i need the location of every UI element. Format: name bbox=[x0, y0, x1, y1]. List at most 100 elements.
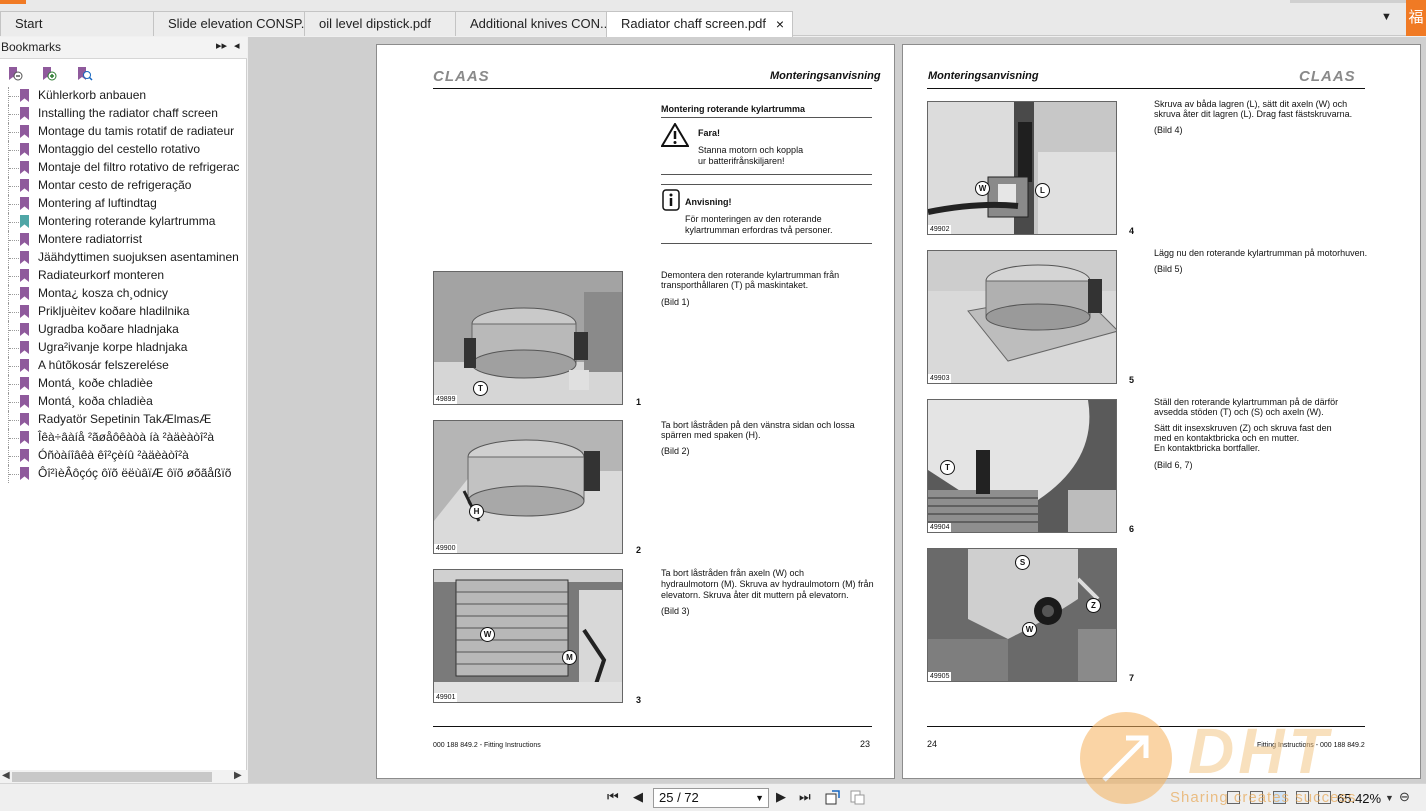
bookmark-item[interactable]: Radyatör Sepetinin TakÆlmasÆ bbox=[0, 411, 247, 429]
figure-reference: (Bild 3) bbox=[661, 606, 690, 616]
callout-label: L bbox=[1035, 183, 1050, 198]
bookmark-item[interactable]: A hûtõkosár felszerelése bbox=[0, 357, 247, 375]
page-footer: 000 188 849.2 - Fitting Instructions bbox=[433, 742, 541, 749]
warning-title: Fara! bbox=[698, 128, 721, 138]
bookmark-item[interactable]: Montere radiatorrist bbox=[0, 231, 247, 249]
page-number-input[interactable]: 25 / 72 ▼ bbox=[653, 788, 769, 808]
extract-page-icon[interactable] bbox=[849, 789, 866, 806]
callout-label: T bbox=[940, 460, 955, 475]
bookmark-item[interactable]: Montá¸ koða chladièa bbox=[0, 393, 247, 411]
close-icon[interactable]: × bbox=[776, 12, 784, 36]
panel-collapse-icon[interactable]: ◂ bbox=[234, 39, 240, 52]
note-text-line: För monteringen av den roterande bbox=[685, 214, 822, 224]
watermark-tagline: Sharing creates success bbox=[1170, 789, 1357, 806]
bookmark-item[interactable]: Montering roterande kylartrumma bbox=[0, 213, 247, 231]
tree-connector bbox=[8, 123, 20, 141]
bookmark-item[interactable]: Montar cesto de refrigeração bbox=[0, 177, 247, 195]
bookmark-icon bbox=[20, 215, 29, 228]
bookmark-item[interactable]: Installing the radiator chaff screen bbox=[0, 105, 247, 123]
note-text-line: kylartrumman erfordras två personer. bbox=[685, 225, 833, 235]
scroll-left-icon[interactable]: ◀ bbox=[2, 770, 10, 781]
zoom-dropdown-icon[interactable]: ▼ bbox=[1385, 793, 1394, 803]
bookmark-label: Radiateurkorf monteren bbox=[38, 268, 165, 282]
rule bbox=[661, 117, 872, 118]
tree-connector bbox=[8, 249, 20, 267]
bookmark-delete-icon[interactable] bbox=[6, 65, 24, 83]
bookmark-label: Installing the radiator chaff screen bbox=[38, 106, 218, 120]
bookmark-item[interactable]: Ôî²ìèÂôçóç ôïõ ëëùâïÆ ôïõ øõãåßïõ bbox=[0, 465, 247, 483]
bookmark-label: Montere radiatorrist bbox=[38, 232, 143, 246]
scroll-right-icon[interactable]: ▶ bbox=[234, 770, 242, 781]
step-text-line: Lägg nu den roterande kylartrumman på mo… bbox=[1154, 248, 1368, 258]
bookmark-item[interactable]: Monta¿ kosza ch¸odnicy bbox=[0, 285, 247, 303]
bookmark-icon bbox=[20, 377, 29, 390]
bookmarks-title: Bookmarks bbox=[1, 40, 62, 54]
bookmark-find-icon[interactable] bbox=[75, 65, 93, 83]
figure-photo: 49904 bbox=[927, 399, 1117, 533]
bookmark-item[interactable]: Montaje del filtro rotativo de refrigera… bbox=[0, 159, 247, 177]
rotate-view-icon[interactable] bbox=[824, 789, 841, 806]
bookmark-label: Îêà÷âàíå ²ãøåôêàòà íà ²àäèàòî²à bbox=[38, 430, 215, 444]
watermark-emblem bbox=[1080, 712, 1172, 804]
brand-badge[interactable]: 福 bbox=[1406, 0, 1426, 36]
bookmark-item[interactable]: Prikljuèitev koðare hladilnika bbox=[0, 303, 247, 321]
tab-oil-level-dipstick[interactable]: oil level dipstick.pdf bbox=[304, 11, 456, 36]
panel-expand-icon[interactable]: ▸▸ bbox=[216, 39, 227, 52]
sidebar-horizontal-scrollbar[interactable]: ◀ ▶ bbox=[0, 770, 247, 784]
bookmark-item[interactable]: Montering af luftindtag bbox=[0, 195, 247, 213]
previous-page-icon[interactable]: ◀ bbox=[633, 789, 643, 805]
bookmark-list: Kühlerkorb anbauen Installing the radiato… bbox=[0, 87, 247, 777]
bookmark-label: Montaggio del cestello rotativo bbox=[38, 142, 201, 156]
last-page-icon[interactable]: ⏭ bbox=[799, 789, 811, 805]
bookmark-item[interactable]: Jäähdyttimen suojuksen asentaminen bbox=[0, 249, 247, 267]
warning-triangle-icon bbox=[660, 122, 690, 147]
tab-label: Additional knives CON... bbox=[470, 16, 607, 31]
bookmark-item[interactable]: Montage du tamis rotatif de radiateur bbox=[0, 123, 247, 141]
tree-connector bbox=[8, 267, 20, 285]
scrollbar-thumb[interactable] bbox=[12, 772, 212, 782]
claas-logo: CLAAS bbox=[1299, 68, 1356, 85]
photo-id: 49903 bbox=[928, 374, 952, 383]
zoom-out-icon[interactable]: ⊖ bbox=[1399, 789, 1410, 805]
bookmark-icon bbox=[20, 341, 29, 354]
bookmark-label: Montar cesto de refrigeração bbox=[38, 178, 192, 192]
bookmark-icon bbox=[20, 233, 29, 246]
tab-radiator-chaff-screen[interactable]: Radiator chaff screen.pdf × bbox=[606, 11, 793, 37]
chevron-down-icon[interactable]: ▼ bbox=[755, 789, 764, 807]
bookmark-item[interactable]: Îêà÷âàíå ²ãøåôêàòà íà ²àäèàòî²à bbox=[0, 429, 247, 447]
bookmark-add-icon[interactable] bbox=[40, 65, 58, 83]
bookmark-item[interactable]: Ugra²ivanje korpe hladnjaka bbox=[0, 339, 247, 357]
bookmark-item[interactable]: Radiateurkorf monteren bbox=[0, 267, 247, 285]
bookmark-label: Montá¸ koða chladièa bbox=[38, 394, 153, 408]
first-page-icon[interactable]: ⏮ bbox=[607, 789, 619, 805]
tab-label: Slide elevation CONSP... bbox=[168, 16, 305, 31]
tab-slide-elevation[interactable]: Slide elevation CONSP... bbox=[153, 11, 305, 36]
bookmark-item[interactable]: Kühlerkorb anbauen bbox=[0, 87, 247, 105]
bookmark-item[interactable]: Montaggio del cestello rotativo bbox=[0, 141, 247, 159]
document-viewport[interactable]: CLAAS Monteringsanvisning Montering rote… bbox=[248, 37, 1426, 783]
callout-label: W bbox=[975, 181, 990, 196]
bookmark-item[interactable]: Montá¸ koðe chladièe bbox=[0, 375, 247, 393]
pdf-page-24: Monteringsanvisning CLAAS 49902 W L 4 Sk… bbox=[902, 44, 1421, 779]
bookmark-icon bbox=[20, 179, 29, 192]
bookmark-label: Montage du tamis rotatif de radiateur bbox=[38, 124, 235, 138]
photo-id: 49900 bbox=[434, 544, 458, 553]
tab-start[interactable]: Start bbox=[0, 11, 156, 36]
bookmark-icon bbox=[20, 413, 29, 426]
tree-connector bbox=[8, 303, 20, 321]
warning-text-line: Stanna motorn och koppla bbox=[698, 145, 804, 155]
tree-connector bbox=[8, 141, 20, 159]
tree-connector bbox=[8, 213, 20, 231]
tree-connector bbox=[8, 87, 20, 105]
tab-list-dropdown-icon[interactable]: ▼ bbox=[1381, 11, 1392, 23]
figure-reference: (Bild 6, 7) bbox=[1154, 460, 1193, 470]
figure-photo: 49901 bbox=[433, 569, 623, 703]
tab-additional-knives[interactable]: Additional knives CON... bbox=[455, 11, 607, 36]
figure-number: 2 bbox=[636, 545, 642, 555]
figure-photo: 49902 bbox=[927, 101, 1117, 235]
step-text-line: elevatorn. Skruva åter dit muttern på el… bbox=[661, 590, 849, 600]
next-page-icon[interactable]: ▶ bbox=[776, 789, 786, 805]
bookmark-item[interactable]: Ugradba koðare hladnjaka bbox=[0, 321, 247, 339]
callout-label: M bbox=[562, 650, 577, 665]
bookmark-item[interactable]: Óñòàíîâêà êî²çèíû ²àäèàòî²à bbox=[0, 447, 247, 465]
